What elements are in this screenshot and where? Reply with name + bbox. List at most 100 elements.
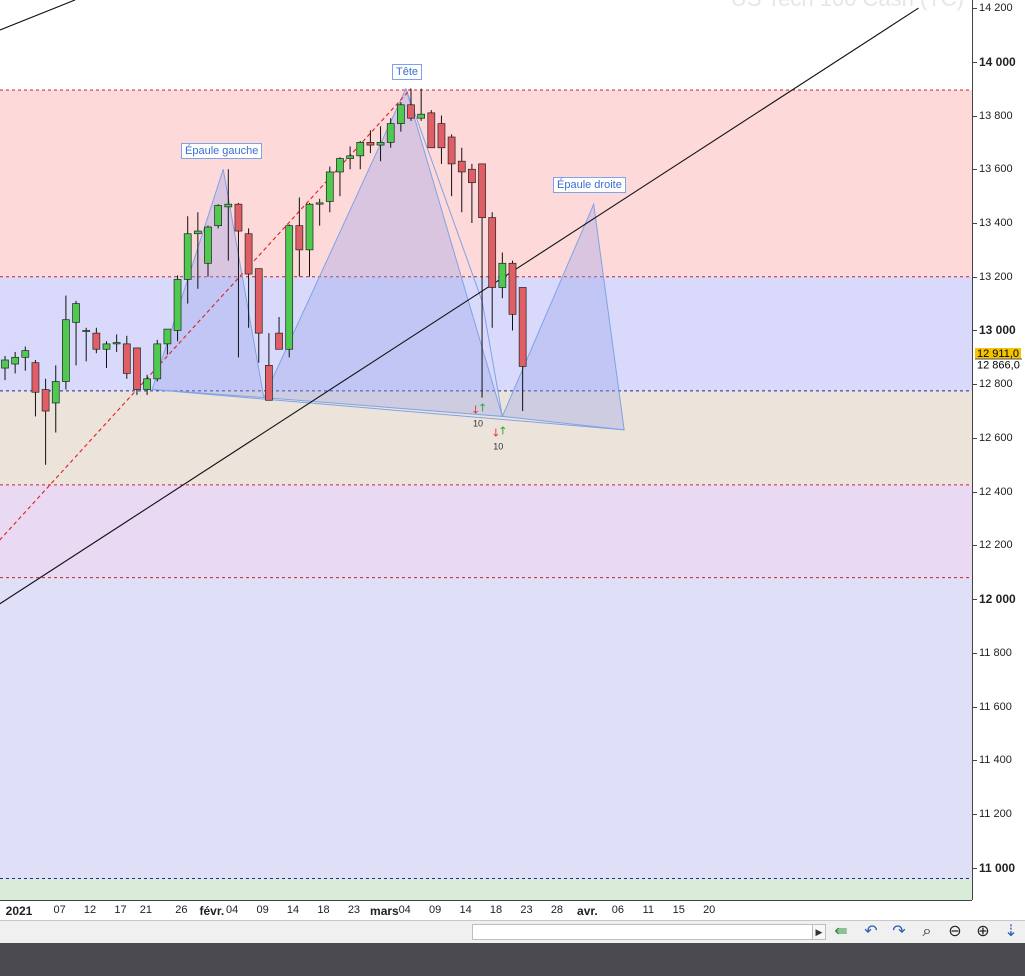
price-tick-mark (973, 384, 977, 386)
candle-body (41, 389, 50, 412)
black-trend-line (0, 0, 76, 31)
price-axis[interactable]: 14 200 14 000 13 800 13 600 13 400 13 200 13 0… (972, 0, 1025, 900)
price-tick-label: 12 400 (979, 485, 1013, 498)
candle-body (478, 163, 486, 218)
label-right-shoulder[interactable]: Épaule droite (553, 177, 626, 193)
zoom-out-icon[interactable]: ⊖ (944, 922, 966, 942)
price-tick-mark (973, 867, 977, 869)
time-tick-label: 26 (175, 904, 188, 916)
time-axis[interactable]: 2021 07 12 17 21 26 févr. 04 09 14 18 23 mars 04 09 14 1… (0, 900, 972, 921)
status-bar (0, 943, 1025, 976)
time-tick-label: 23 (520, 904, 533, 916)
buy-signal-icon: ↑ (478, 402, 487, 415)
candle-body (468, 168, 476, 184)
candlestick-chart[interactable]: ↓↑10↓↑10 (0, 0, 972, 900)
candle-body (214, 205, 222, 227)
candle-body (346, 155, 354, 159)
time-tick-label: 18 (317, 904, 330, 916)
price-tick-mark (973, 115, 977, 117)
price-tick-label: 13 000 (979, 323, 1016, 338)
time-tick-label: 04 (398, 904, 411, 916)
go-to-last-bar-icon[interactable]: ⇚ (830, 922, 852, 942)
price-tick-mark (973, 599, 977, 601)
time-tick-label: 21 (139, 904, 152, 916)
price-zone (0, 878, 972, 900)
time-tick-label: 09 (256, 904, 269, 916)
candle-body (498, 262, 507, 288)
label-head[interactable]: Tête (392, 64, 423, 80)
price-tick-label: 12 600 (979, 431, 1013, 444)
time-tick-label: 15 (672, 904, 685, 916)
chart-title-watermark: US Tech 100 Cash (TC) (731, 0, 964, 12)
candle-body (315, 202, 324, 205)
price-zone (0, 577, 972, 879)
candle-body (518, 287, 527, 367)
price-tick-label: 11 200 (979, 808, 1012, 821)
candle-body (133, 347, 141, 390)
price-tick-mark (973, 760, 977, 762)
candle-body (366, 142, 375, 146)
time-tick-label: 18 (489, 904, 503, 916)
scroll-right-button[interactable]: ▶ (812, 924, 826, 940)
price-tick-label: 11 800 (979, 646, 1012, 659)
candle-body (153, 343, 162, 380)
price-tick-mark (973, 814, 977, 816)
redo-icon[interactable]: ↷ (888, 922, 910, 942)
price-tick-label: 11 600 (979, 700, 1012, 713)
candle-body (295, 225, 304, 251)
price-tick-label: 12 200 (979, 539, 1013, 552)
candle-body (397, 104, 405, 124)
time-tick-label: 04 (226, 904, 239, 916)
candle-body (407, 104, 415, 119)
chart-plot-area[interactable]: ↓↑10↓↑10 US Tech 100 Cash (TC) Épaule ga… (0, 0, 972, 900)
label-left-shoulder[interactable]: Épaule gauche (181, 143, 263, 159)
candle-body (51, 381, 60, 404)
candle-body (437, 123, 446, 149)
candle-body (92, 332, 101, 350)
price-tick-label: 13 800 (979, 109, 1013, 122)
price-tick-label: 11 400 (979, 754, 1012, 767)
time-tick-label: 07 (53, 904, 66, 916)
candle-body (417, 113, 425, 119)
price-tick-mark (973, 706, 977, 708)
candle-body (234, 203, 243, 232)
price-tick-label: 13 400 (979, 216, 1013, 229)
undo-icon[interactable]: ↶ (860, 922, 882, 942)
candle-body (143, 378, 151, 390)
candle-body (31, 362, 40, 393)
candle-body (62, 319, 70, 382)
price-tick-label: 14 200 (979, 2, 1013, 15)
candle-body (386, 123, 395, 143)
time-tick-label: 28 (550, 904, 564, 916)
price-tick-mark (973, 652, 977, 654)
candle-body (285, 225, 294, 350)
price-tick-mark (973, 8, 977, 10)
scroll-down-icon[interactable]: ⇣ (1000, 922, 1022, 942)
candle-body (21, 350, 30, 358)
candle-body (265, 365, 273, 401)
time-tick-label: 11 (642, 904, 655, 916)
zoom-box-icon[interactable]: ⌕ (916, 922, 938, 942)
price-tick-label: 12 800 (979, 378, 1013, 391)
price-tick-label: 13 200 (979, 270, 1013, 283)
candle-body (356, 142, 365, 157)
candle-body (457, 160, 466, 173)
candle-body (508, 262, 517, 315)
price-tick-label: 12 000 (979, 592, 1016, 607)
price-zone (0, 484, 972, 578)
chart-toolbar: ▶ ⇚ ↶ ↷ ⌕ ⊖ ⊕ ⇣ (0, 920, 1025, 943)
price-tick-mark (973, 169, 977, 171)
price-tick-mark (973, 61, 977, 63)
time-tick-label: 2021 (5, 904, 33, 918)
price-tick-mark (973, 276, 977, 278)
time-tick-label: 12 (83, 904, 97, 916)
candle-body (447, 136, 456, 165)
candle-body (488, 217, 497, 288)
price-tick-mark (973, 222, 977, 224)
time-tick-label: avr. (577, 904, 598, 918)
price-tick-label: 14 000 (979, 54, 1016, 69)
price-tick-label: 13 600 (979, 163, 1013, 176)
signal-count: 10 (493, 442, 503, 452)
horizontal-scrollbar[interactable] (472, 924, 814, 940)
zoom-in-icon[interactable]: ⊕ (972, 922, 994, 942)
